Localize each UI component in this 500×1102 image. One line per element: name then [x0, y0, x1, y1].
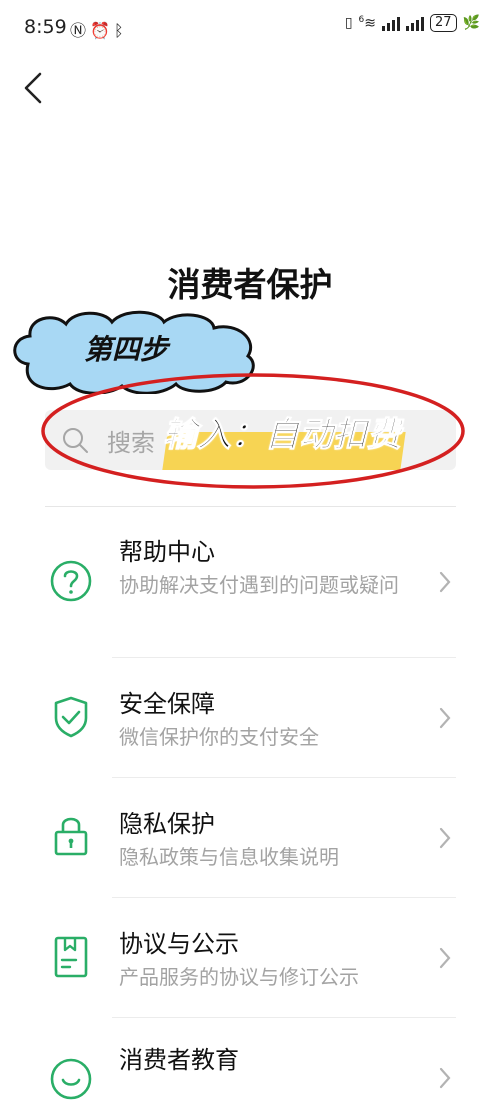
item-description: 隐私政策与信息收集说明 — [119, 845, 339, 869]
chevron-right-icon — [439, 947, 451, 969]
list-item-agreements[interactable]: 协议与公示 产品服务的协议与修订公示 — [0, 898, 500, 1018]
alarm-icon: ⏰ — [90, 21, 114, 40]
page-title: 消费者保护 — [167, 265, 333, 304]
list-item-security[interactable]: 安全保障 微信保护你的支付安全 — [0, 658, 500, 778]
shield-check-icon — [54, 696, 88, 738]
item-title: 安全保障 — [119, 690, 215, 718]
item-title: 隐私保护 — [119, 810, 215, 838]
vibrate-icon: ▯ — [344, 15, 353, 31]
chevron-right-icon — [439, 707, 451, 729]
bluetooth-icon: ᛒ — [113, 21, 128, 40]
chevron-right-icon — [439, 1067, 451, 1089]
leaf-icon: 🌿 — [462, 15, 480, 31]
wifi-6-icon: 6≋ — [358, 14, 377, 32]
nfc-icon: Ⓝ — [70, 21, 91, 40]
red-ellipse-annotation — [41, 373, 465, 489]
list-item-privacy[interactable]: 隐私保护 隐私政策与信息收集说明 — [0, 778, 500, 898]
list-item-consumer-education[interactable]: 消费者教育 — [0, 1018, 500, 1100]
chevron-left-icon — [24, 72, 42, 104]
status-left-icons: Ⓝ⏰ᛒ — [70, 17, 128, 41]
question-circle-icon — [50, 560, 92, 602]
signal-icon — [382, 15, 401, 31]
step-label: 第四步 — [84, 333, 169, 366]
item-title: 协议与公示 — [119, 930, 239, 958]
status-bar: 8:59 Ⓝ⏰ᛒ ▯ 6≋ 27 🌿 — [0, 0, 500, 58]
item-description: 协助解决支付遇到的问题或疑问 — [119, 573, 399, 597]
smile-circle-icon — [50, 1058, 92, 1100]
item-description: 微信保护你的支付安全 — [119, 725, 319, 749]
battery-indicator: 27 — [430, 14, 457, 32]
status-time: 8:59 — [24, 16, 67, 38]
list-item-help-center[interactable]: 帮助中心 协助解决支付遇到的问题或疑问 — [0, 506, 500, 658]
item-title: 消费者教育 — [119, 1046, 239, 1074]
signal-icon — [406, 15, 425, 31]
chevron-right-icon — [439, 571, 451, 593]
lock-icon — [54, 817, 88, 856]
back-button[interactable] — [18, 70, 48, 106]
document-icon — [54, 936, 88, 978]
chevron-right-icon — [439, 827, 451, 849]
item-title: 帮助中心 — [119, 538, 215, 566]
item-description: 产品服务的协议与修订公示 — [119, 965, 359, 989]
status-right-icons: ▯ 6≋ 27 🌿 — [345, 14, 480, 32]
